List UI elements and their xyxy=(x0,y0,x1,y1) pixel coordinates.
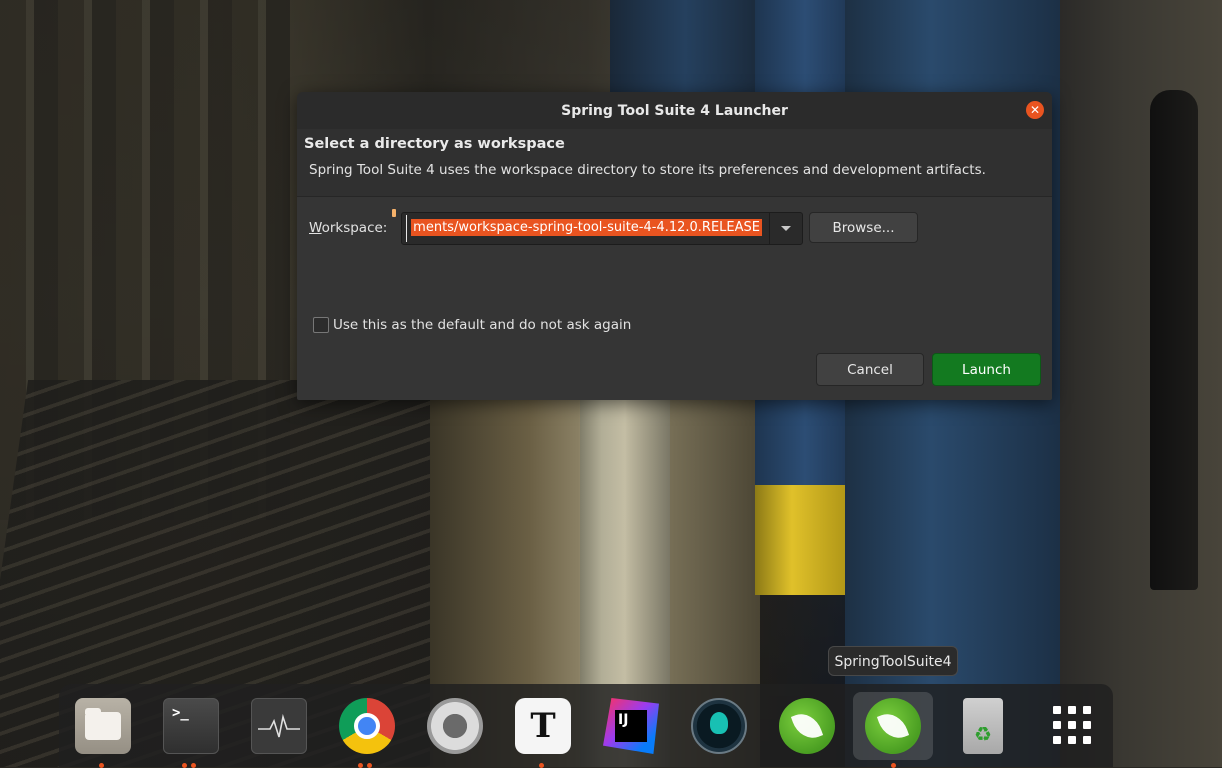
cancel-button[interactable]: Cancel xyxy=(816,353,924,386)
settings-icon xyxy=(427,698,483,754)
typora-icon: T xyxy=(515,698,571,754)
dialog-header: Select a directory as workspace Spring T… xyxy=(297,129,1052,196)
dock-item-system-monitor[interactable] xyxy=(245,692,309,760)
trash-icon: ♻ xyxy=(963,698,1003,754)
workspace-input-value: ments/workspace-spring-tool-suite-4-4.12… xyxy=(411,219,762,236)
spring-leaf-icon xyxy=(865,698,921,754)
dialog-title: Spring Tool Suite 4 Launcher xyxy=(561,102,788,119)
dialog-heading: Select a directory as workspace xyxy=(304,136,565,152)
chrome-icon xyxy=(339,698,395,754)
workspace-label-mnemonic: W xyxy=(309,220,322,236)
running-indicator xyxy=(367,763,372,768)
workspace-input[interactable]: ments/workspace-spring-tool-suite-4-4.12… xyxy=(404,215,766,242)
launcher-dialog: Spring Tool Suite 4 Launcher ✕ Select a … xyxy=(297,92,1052,400)
folder-icon xyxy=(75,698,131,754)
wallpaper-yellow-base xyxy=(755,485,847,595)
launch-button[interactable]: Launch xyxy=(932,353,1041,386)
dock-tooltip: SpringToolSuite4 xyxy=(828,646,958,676)
terminal-icon-glyph: >_ xyxy=(172,705,189,721)
running-indicator xyxy=(890,763,896,768)
text-caret xyxy=(406,215,407,242)
dock-item-chrome[interactable] xyxy=(333,692,397,768)
warning-icon xyxy=(392,209,396,217)
dock-item-gitkraken[interactable] xyxy=(685,692,749,760)
dock-item-spring-tool-suite[interactable] xyxy=(773,692,837,760)
dialog-titlebar[interactable]: Spring Tool Suite 4 Launcher ✕ xyxy=(297,92,1052,129)
terminal-icon: >_ xyxy=(163,698,219,754)
dock-item-files[interactable] xyxy=(69,692,133,768)
running-indicator xyxy=(98,763,104,768)
dropdown-arrow-icon[interactable] xyxy=(769,213,802,244)
dock-item-settings[interactable] xyxy=(421,692,485,760)
dock-item-terminal[interactable]: >_ xyxy=(157,692,221,768)
wallpaper-person xyxy=(1150,90,1198,590)
dock-item-show-applications[interactable] xyxy=(1037,692,1101,760)
intellij-icon-glyph: IJ xyxy=(618,712,629,728)
intellij-icon: IJ xyxy=(603,698,659,754)
running-indicator xyxy=(358,763,363,768)
system-monitor-icon xyxy=(251,698,307,754)
dock-item-intellij[interactable]: IJ xyxy=(597,692,661,760)
running-indicator xyxy=(182,763,187,768)
dock-item-spring-tool-suite-4[interactable] xyxy=(853,692,933,768)
dock-item-typora[interactable]: T xyxy=(509,692,573,768)
running-indicator xyxy=(191,763,196,768)
dock: >_ T IJ ♻ xyxy=(59,684,1113,768)
workspace-combobox[interactable]: ments/workspace-spring-tool-suite-4-4.12… xyxy=(401,212,803,245)
app-grid-icon xyxy=(1053,706,1091,744)
browse-button[interactable]: Browse... xyxy=(809,212,918,243)
running-indicator xyxy=(538,763,544,768)
dialog-description: Spring Tool Suite 4 uses the workspace d… xyxy=(309,162,986,178)
default-workspace-label[interactable]: Use this as the default and do not ask a… xyxy=(333,317,631,333)
workspace-label-text: orkspace: xyxy=(321,220,388,236)
spring-leaf-icon xyxy=(779,698,835,754)
header-separator xyxy=(297,196,1052,197)
dock-item-trash[interactable]: ♻ xyxy=(949,692,1013,760)
workspace-label: Workspace: xyxy=(309,220,387,236)
recycle-icon: ♻ xyxy=(974,722,992,746)
close-icon[interactable]: ✕ xyxy=(1026,101,1044,119)
gitkraken-icon xyxy=(691,698,747,754)
default-workspace-checkbox[interactable] xyxy=(313,317,329,333)
